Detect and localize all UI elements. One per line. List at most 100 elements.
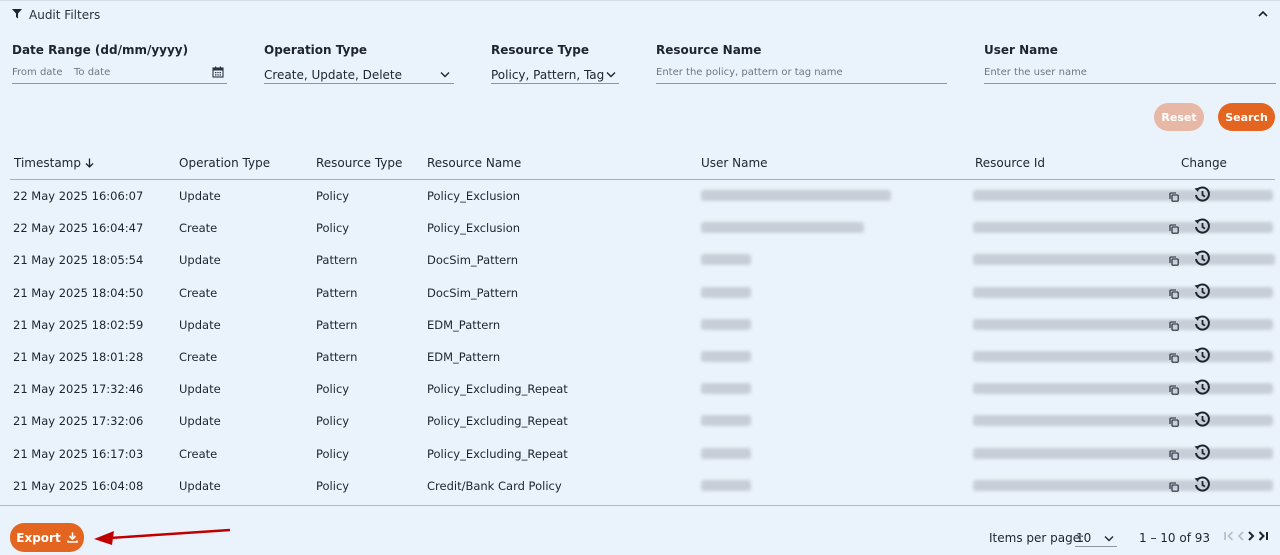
column-header-operation-type: Operation Type	[179, 156, 271, 170]
download-icon	[66, 532, 78, 543]
chevron-down-icon[interactable]	[440, 71, 450, 78]
redacted-resource-id	[973, 447, 1273, 459]
items-per-page-label: Items per page:	[989, 531, 1085, 545]
cell-operation-type: Create	[179, 350, 218, 364]
resource-type-select[interactable]: Policy, Pattern, Tag	[491, 68, 604, 82]
copy-icon[interactable]	[1169, 224, 1179, 234]
redacted-user-name	[701, 415, 751, 427]
chevron-up-icon[interactable]	[1257, 9, 1269, 19]
annotation-arrow	[94, 528, 231, 545]
cell-resource-type: Policy	[316, 221, 350, 236]
cell-operation-type: Update	[179, 382, 221, 397]
cell-resource-type: Pattern	[316, 285, 358, 300]
redacted-resource-id	[973, 254, 1275, 266]
redacted-user-name	[701, 190, 891, 201]
filter-panel-title: Audit Filters	[29, 8, 101, 22]
items-per-page-underline	[1075, 546, 1117, 547]
to-date-input[interactable]: To date	[74, 67, 110, 78]
redacted-resource-id	[973, 318, 1273, 330]
cell-resource-type: Policy	[316, 414, 350, 429]
history-icon[interactable]	[1193, 185, 1211, 203]
resource-name-label: Resource Name	[656, 43, 762, 57]
copy-icon[interactable]	[1169, 385, 1179, 395]
table-row: 21 May 2025 18:05:54 Update Pattern DocSim_…	[10, 244, 1275, 276]
next-page-icon[interactable]	[1245, 529, 1257, 543]
cell-resource-name: Policy_Excluding_Repeat	[427, 382, 568, 397]
cell-timestamp: 21 May 2025 18:02:59	[13, 317, 144, 332]
items-per-page-select[interactable]: 10	[1076, 531, 1091, 545]
cell-resource-name: EDM_Pattern	[427, 317, 501, 332]
from-date-input[interactable]: From date	[12, 67, 63, 78]
copy-icon[interactable]	[1169, 482, 1179, 492]
cell-resource-name: Credit/Bank Card Policy	[427, 478, 562, 493]
copy-icon[interactable]	[1169, 417, 1179, 428]
history-icon[interactable]	[1193, 249, 1211, 267]
cell-operation-type: Create	[179, 446, 218, 461]
first-page-icon[interactable]	[1223, 529, 1235, 543]
filter-panel-header[interactable]: Audit Filters	[12, 7, 100, 23]
operation-type-select[interactable]: Create, Update, Delete	[264, 68, 402, 82]
cell-resource-type: Policy	[316, 382, 350, 397]
column-header-timestamp[interactable]: Timestamp	[14, 156, 94, 170]
cell-timestamp: 21 May 2025 16:17:03	[13, 446, 144, 461]
user-name-underline	[984, 83, 1276, 84]
history-icon[interactable]	[1193, 346, 1211, 364]
search-button[interactable]: Search	[1218, 103, 1275, 131]
cell-timestamp: 21 May 2025 16:04:08	[13, 478, 144, 493]
resource-name-input[interactable]: Enter the policy, pattern or tag name	[656, 67, 843, 78]
history-icon[interactable]	[1193, 475, 1211, 493]
sort-arrow-down-icon	[85, 158, 94, 168]
copy-icon[interactable]	[1169, 192, 1179, 202]
redacted-resource-id	[973, 190, 1273, 201]
cell-timestamp: 21 May 2025 17:32:46	[13, 382, 144, 397]
last-page-icon[interactable]	[1257, 529, 1269, 543]
table-row: 21 May 2025 16:17:03 Create Policy Policy_E…	[10, 438, 1275, 470]
chevron-down-icon[interactable]	[606, 71, 616, 78]
cell-resource-name: DocSim_Pattern	[427, 253, 519, 268]
cell-operation-type: Create	[179, 285, 218, 300]
cell-resource-type: Pattern	[316, 317, 358, 332]
copy-icon[interactable]	[1169, 321, 1179, 331]
history-icon[interactable]	[1193, 217, 1211, 235]
operation-type-underline	[264, 83, 454, 84]
cell-resource-type: Policy	[316, 189, 350, 203]
chevron-down-icon[interactable]	[1104, 535, 1114, 542]
history-icon[interactable]	[1193, 282, 1211, 300]
history-icon[interactable]	[1193, 378, 1211, 396]
redacted-resource-id	[973, 479, 1273, 491]
table-row: 22 May 2025 16:06:07 Update Policy Policy_E…	[10, 180, 1275, 212]
copy-icon[interactable]	[1169, 353, 1179, 363]
redacted-user-name	[701, 383, 751, 395]
table-row: 21 May 2025 17:32:46 Update Policy Policy_E…	[10, 373, 1275, 405]
redacted-user-name	[701, 286, 751, 298]
column-header-user-name: User Name	[701, 156, 768, 170]
history-icon[interactable]	[1193, 410, 1211, 428]
history-icon[interactable]	[1193, 443, 1211, 461]
calendar-icon[interactable]	[212, 66, 224, 78]
cell-timestamp: 22 May 2025 16:04:47	[13, 221, 144, 236]
user-name-label: User Name	[984, 43, 1058, 57]
cell-resource-type: Policy	[316, 446, 350, 461]
cell-timestamp: 21 May 2025 18:05:54	[13, 253, 144, 268]
column-header-resource-type: Resource Type	[316, 156, 403, 170]
reset-button[interactable]: Reset	[1154, 103, 1204, 131]
user-name-input[interactable]: Enter the user name	[984, 67, 1087, 78]
history-icon[interactable]	[1193, 314, 1211, 332]
copy-icon[interactable]	[1169, 289, 1179, 299]
copy-icon[interactable]	[1169, 450, 1179, 460]
cell-resource-name: Policy_Exclusion	[427, 189, 521, 203]
redacted-user-name	[701, 318, 751, 330]
cell-resource-name: Policy_Excluding_Repeat	[427, 414, 568, 429]
resource-type-underline	[491, 83, 619, 84]
cell-timestamp: 21 May 2025 17:32:06	[13, 414, 144, 429]
page-range-text: 1 – 10 of 93	[1139, 531, 1210, 545]
table-row: 22 May 2025 16:04:47 Create Policy Policy_E…	[10, 212, 1275, 244]
cell-timestamp: 21 May 2025 18:04:50	[13, 285, 144, 300]
cell-resource-type: Policy	[316, 478, 350, 493]
timestamp-header-label: Timestamp	[14, 156, 81, 170]
operation-type-label: Operation Type	[264, 43, 368, 57]
export-button-label: Export	[16, 530, 61, 545]
top-divider	[0, 0, 1280, 1]
export-button[interactable]: Export	[10, 523, 84, 552]
copy-icon[interactable]	[1169, 256, 1179, 267]
